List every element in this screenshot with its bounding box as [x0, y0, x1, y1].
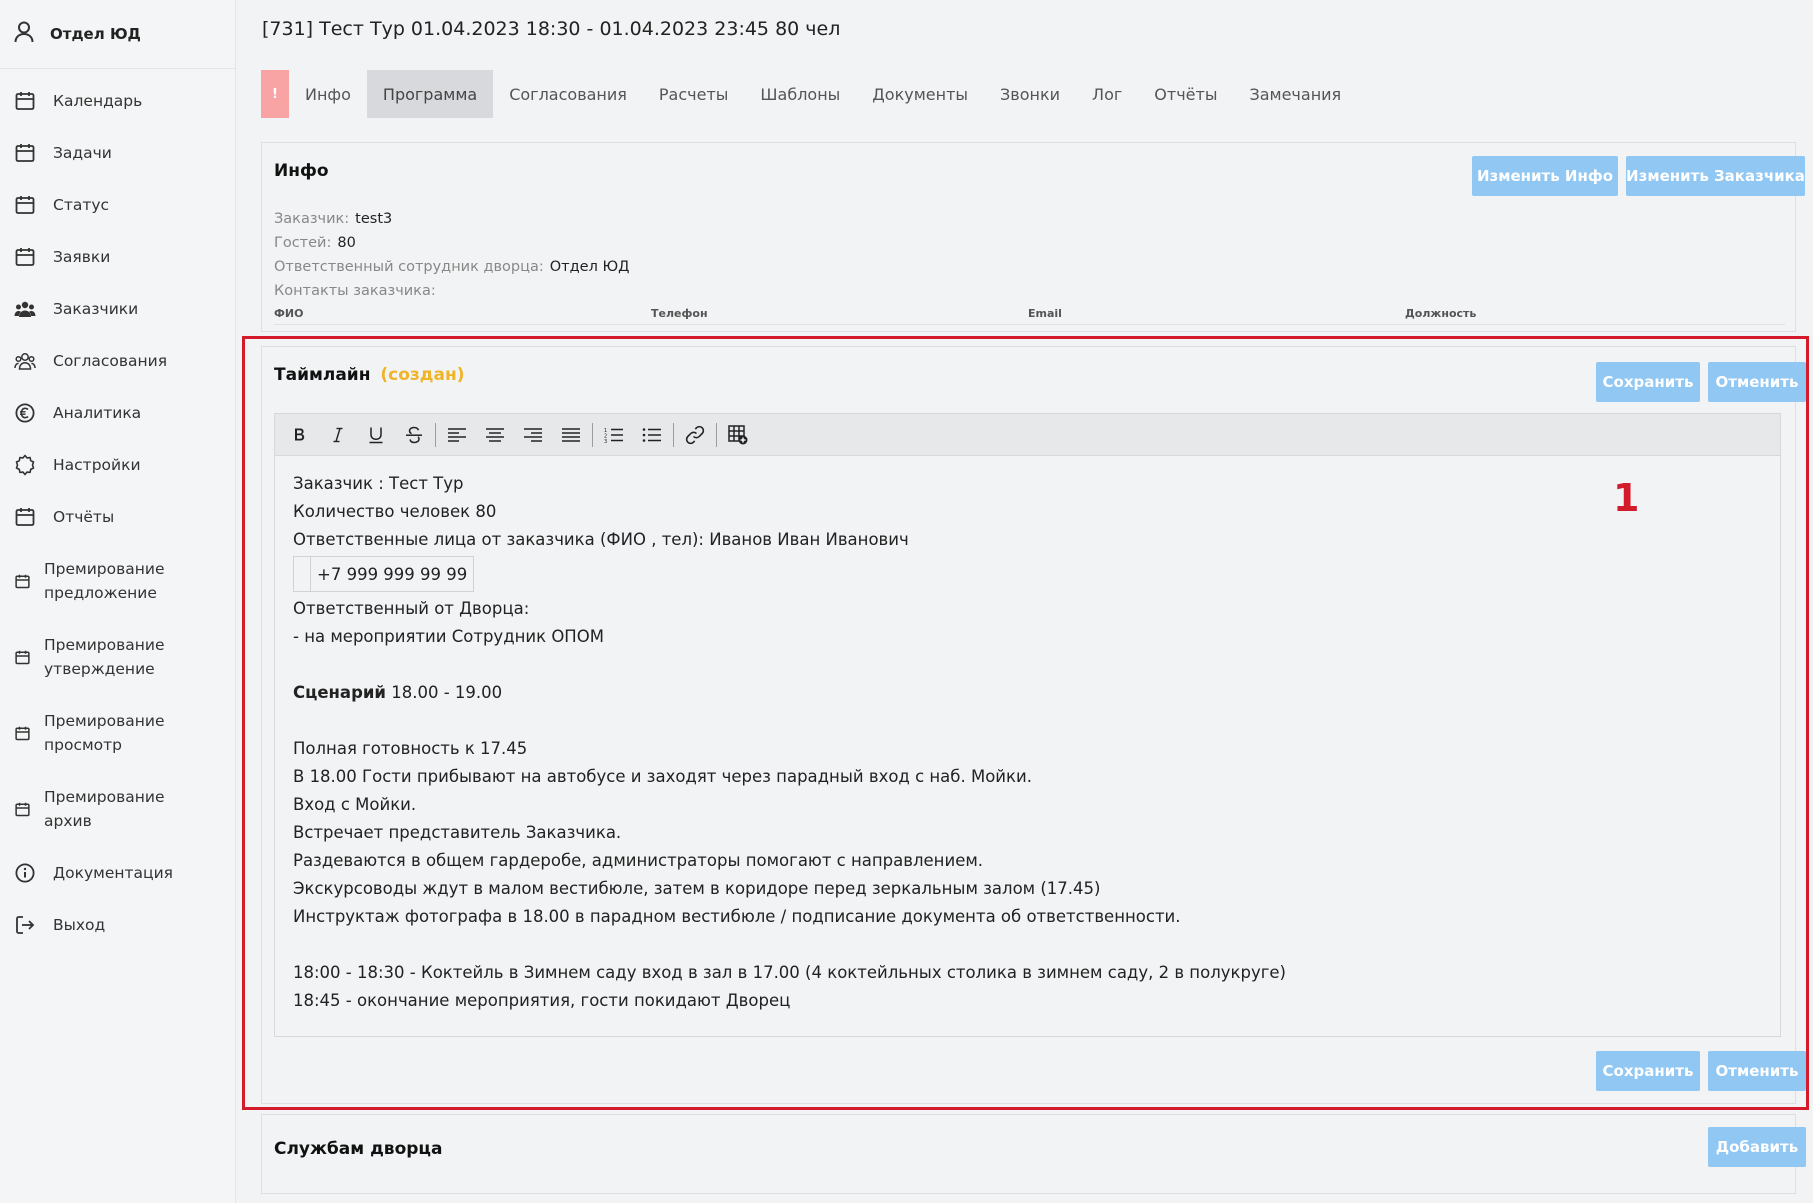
calendar-icon	[14, 725, 30, 741]
info-card-title: Инфо	[274, 161, 329, 181]
sidebar-item-label: Премирование просмотр	[44, 712, 165, 754]
services-card: Службам дворца Добавить	[261, 1114, 1806, 1194]
tab-info[interactable]: Инфо	[289, 70, 367, 118]
info-customer-row: Заказчик: test3	[274, 211, 392, 227]
info-contacts-key: Контакты заказчика:	[274, 283, 436, 299]
column-header-email: Email	[1028, 307, 1062, 320]
sidebar-item-label: Отчёты	[53, 508, 115, 526]
edit-info-button[interactable]: Изменить Инфо	[1472, 156, 1618, 196]
sidebar-item-label: Премирование архив	[44, 788, 165, 830]
page-title: [731] Тест Тур 01.04.2023 18:30 - 01.04.…	[262, 18, 841, 40]
tab-documents[interactable]: Документы	[856, 70, 984, 118]
calendar-icon	[14, 194, 36, 216]
sidebar-item-label: Выход	[53, 916, 106, 934]
info-customer-value: test3	[355, 211, 393, 227]
sidebar-item-requests[interactable]: Заявки	[0, 231, 235, 283]
sidebar-item-label: Премирование предложение	[44, 560, 165, 602]
sidebar-item-label: Заказчики	[53, 300, 139, 318]
contacts-table-header: ФИО Телефон Email Должность	[274, 307, 1785, 325]
calendar-icon	[14, 142, 36, 164]
sidebar-item-label: Настройки	[53, 456, 141, 474]
main-content: [731] Тест Тур 01.04.2023 18:30 - 01.04.…	[236, 0, 1813, 1203]
sidebar: Отдел ЮД Календарь Задачи Статус Заявки …	[0, 0, 236, 1203]
user-name: Отдел ЮД	[50, 25, 141, 43]
info-guests-row: Гостей: 80	[274, 235, 356, 251]
sidebar-item-label: Задачи	[53, 144, 112, 162]
calendar-icon	[14, 246, 36, 268]
info-customer-key: Заказчик:	[274, 211, 350, 227]
sidebar-item-analytics[interactable]: Аналитика	[0, 387, 235, 439]
users-icon	[14, 298, 36, 320]
sidebar-item-settings[interactable]: Настройки	[0, 439, 235, 491]
column-header-phone: Телефон	[651, 307, 708, 320]
highlight-frame	[242, 336, 1809, 1110]
calendar-icon	[14, 649, 30, 665]
info-contacts-row: Контакты заказчика:	[274, 283, 436, 299]
sidebar-item-approvals[interactable]: Согласования	[0, 335, 235, 387]
sidebar-item-reports[interactable]: Отчёты	[0, 491, 235, 543]
edit-customer-button[interactable]: Изменить Заказчика	[1626, 156, 1805, 196]
info-icon	[14, 862, 36, 884]
info-card: Инфо Изменить Инфо Изменить Заказчика За…	[261, 142, 1805, 332]
column-header-name: ФИО	[274, 307, 304, 320]
sidebar-item-bonus-proposal[interactable]: Премирование предложение	[0, 543, 235, 619]
sidebar-item-label: Документация	[53, 864, 173, 882]
services-card-title: Службам дворца	[274, 1139, 443, 1159]
sidebar-item-logout[interactable]: Выход	[0, 899, 235, 951]
calendar-icon	[14, 573, 30, 589]
sidebar-item-label: Согласования	[53, 352, 168, 370]
tab-remarks[interactable]: Замечания	[1233, 70, 1357, 118]
logout-icon	[14, 914, 36, 936]
tab-calculations[interactable]: Расчеты	[643, 70, 745, 118]
info-guests-key: Гостей:	[274, 235, 332, 251]
sidebar-item-bonus-approval[interactable]: Премирование утверждение	[0, 619, 235, 695]
info-responsible-value: Отдел ЮД	[549, 259, 630, 275]
sidebar-item-label: Заявки	[53, 248, 111, 266]
sidebar-item-customers[interactable]: Заказчики	[0, 283, 235, 335]
user-block[interactable]: Отдел ЮД	[0, 0, 235, 69]
sidebar-item-calendar[interactable]: Календарь	[0, 75, 235, 127]
sidebar-item-bonus-archive[interactable]: Премирование архив	[0, 771, 235, 847]
sidebar-item-tasks[interactable]: Задачи	[0, 127, 235, 179]
info-responsible-key: Ответственный сотрудник дворца:	[274, 259, 544, 275]
sidebar-item-bonus-view[interactable]: Премирование просмотр	[0, 695, 235, 771]
tab-program[interactable]: Программа	[366, 70, 494, 118]
tab-bar: ! Инфо Программа Согласования Расчеты Ша…	[261, 70, 1357, 118]
calendar-icon	[14, 90, 36, 112]
info-guests-value: 80	[337, 235, 356, 251]
euro-icon	[14, 402, 36, 424]
info-responsible-row: Ответственный сотрудник дворца: Отдел ЮД	[274, 259, 629, 275]
alert-tab[interactable]: !	[261, 70, 289, 118]
gear-icon	[14, 454, 36, 476]
tab-approvals[interactable]: Согласования	[493, 70, 643, 118]
user-icon	[14, 21, 50, 47]
tab-templates[interactable]: Шаблоны	[744, 70, 856, 118]
tab-reports[interactable]: Отчёты	[1138, 70, 1233, 118]
tab-log[interactable]: Лог	[1076, 70, 1138, 118]
column-header-position: Должность	[1405, 307, 1477, 320]
add-button[interactable]: Добавить	[1708, 1127, 1806, 1167]
tab-calls[interactable]: Звонки	[984, 70, 1076, 118]
sidebar-item-documentation[interactable]: Документация	[0, 847, 235, 899]
sidebar-item-label: Премирование утверждение	[44, 636, 165, 678]
sidebar-item-label: Аналитика	[53, 404, 142, 422]
calendar-icon	[14, 506, 36, 528]
sidebar-item-label: Статус	[53, 196, 110, 214]
users-icon	[14, 350, 36, 372]
sidebar-item-label: Календарь	[53, 92, 143, 110]
sidebar-item-status[interactable]: Статус	[0, 179, 235, 231]
calendar-icon	[14, 801, 30, 817]
